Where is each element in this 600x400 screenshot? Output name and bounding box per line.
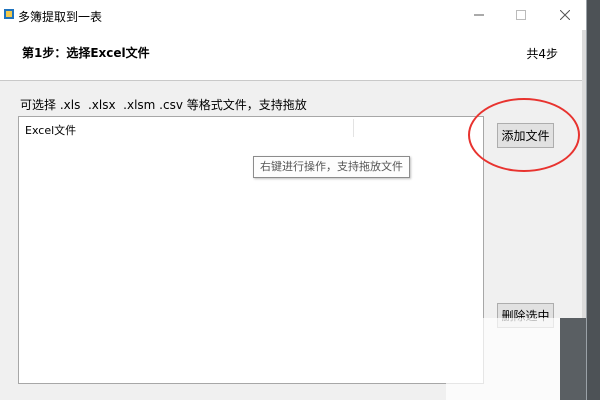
- minimize-button[interactable]: [458, 0, 500, 30]
- maximize-icon: [516, 10, 526, 20]
- close-icon: [560, 10, 570, 20]
- highlight-circle: [468, 98, 580, 172]
- format-hint: 可选择 .xls .xlsx .xlsm .csv 等格式文件，支持拖放: [20, 98, 307, 112]
- tooltip: 右键进行操作，支持拖放文件: [253, 156, 410, 178]
- maximize-button[interactable]: [500, 0, 542, 30]
- wizard-header: 第1步：选择Excel文件 共4步: [0, 30, 586, 81]
- background-desktop-lower: [560, 318, 586, 400]
- column-separator[interactable]: [353, 119, 354, 137]
- step-title: 第1步：选择Excel文件: [22, 46, 150, 60]
- step-count: 共4步: [526, 47, 558, 61]
- close-button[interactable]: [544, 0, 586, 30]
- column-header-excel-file[interactable]: Excel文件: [25, 122, 76, 138]
- file-list[interactable]: Excel文件: [18, 116, 484, 384]
- app-icon: [4, 9, 14, 19]
- window-title: 多簿提取到一表: [18, 10, 103, 24]
- minimize-icon: [474, 14, 484, 16]
- background-desktop: [587, 0, 600, 400]
- title-bar[interactable]: 多簿提取到一表: [0, 0, 586, 30]
- watermark-overlay: [446, 318, 562, 400]
